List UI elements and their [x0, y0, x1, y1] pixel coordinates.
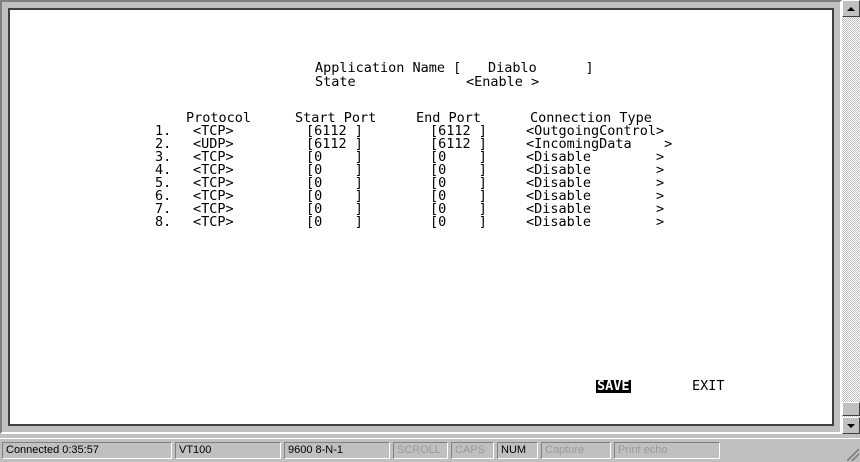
status-scroll: SCROLL — [393, 442, 448, 459]
protocol-field[interactable]: <TCP> — [193, 215, 234, 229]
status-emulation: VT100 — [175, 442, 281, 459]
row-number: 8. — [155, 214, 172, 230]
exit-button[interactable]: EXIT — [692, 379, 725, 393]
scroll-up-button[interactable] — [842, 0, 860, 17]
status-bar: Connected 0:35:57 VT100 9600 8-N-1 SCROL… — [0, 438, 860, 462]
vertical-scrollbar[interactable] — [842, 0, 860, 434]
terminal-window: Application Name [ Diablo ] State <Enabl… — [0, 0, 842, 434]
status-capture: Capture — [541, 442, 611, 459]
status-connected: Connected 0:35:57 — [2, 442, 172, 459]
save-button[interactable]: SAVE — [596, 379, 631, 393]
state-selector[interactable]: <Enable > — [466, 75, 539, 89]
start-port-field[interactable]: [0 ] — [306, 215, 363, 229]
arrow-down-icon — [847, 423, 855, 428]
end-port-field[interactable]: [0 ] — [430, 215, 487, 229]
status-print-echo: Print echo — [614, 442, 720, 459]
state-label: State — [315, 74, 356, 90]
status-caps: CAPS — [451, 442, 494, 459]
resize-grip-icon[interactable] — [847, 449, 859, 461]
arrow-up-icon — [847, 6, 855, 11]
scroll-thumb[interactable] — [842, 402, 860, 416]
terminal-text: Application Name [ Diablo ] State <Enabl… — [10, 10, 725, 393]
terminal-screen[interactable]: Application Name [ Diablo ] State <Enabl… — [8, 8, 834, 426]
status-port-settings: 9600 8-N-1 — [284, 442, 390, 459]
connection-type-field[interactable]: <Disable > — [526, 215, 664, 229]
scroll-down-button[interactable] — [842, 417, 860, 434]
status-num: NUM — [497, 442, 538, 459]
